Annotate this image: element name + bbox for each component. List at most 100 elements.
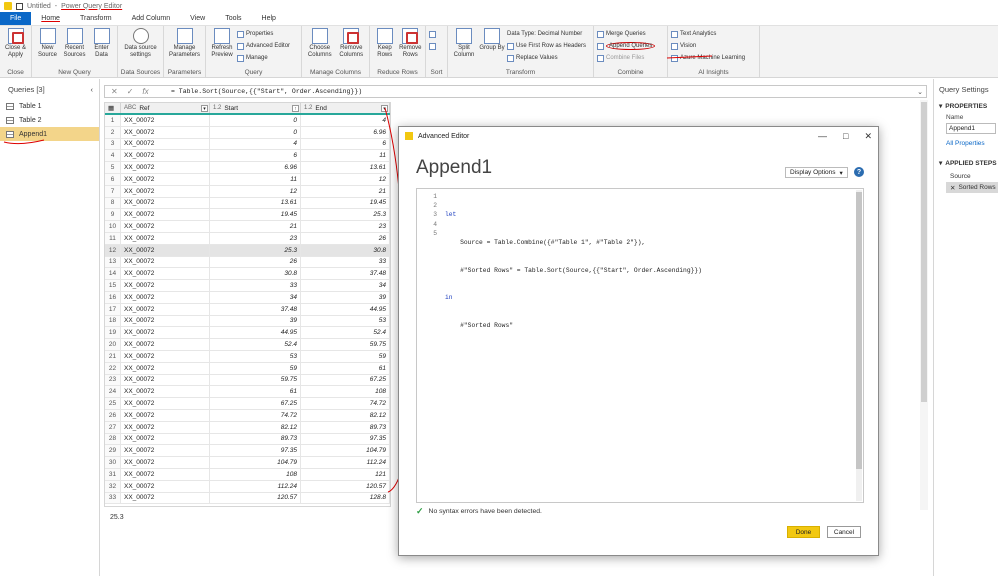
cell-start[interactable]: 37.48: [210, 303, 301, 315]
cell-end[interactable]: 82.12: [301, 409, 390, 421]
table-row[interactable]: 29 XX_00072 97.35 104.79: [105, 445, 390, 458]
table-row[interactable]: 4 XX_00072 6 11: [105, 150, 390, 163]
cell-start[interactable]: 6.96: [210, 162, 301, 173]
cell-start[interactable]: 4: [210, 138, 301, 150]
cell-end[interactable]: 59.75: [301, 339, 390, 350]
table-row[interactable]: 12 XX_00072 25.3 30.8: [105, 244, 390, 257]
cell-end[interactable]: 25.3: [301, 209, 390, 221]
cell-end[interactable]: 23: [301, 221, 390, 232]
cell-ref[interactable]: XX_00072: [121, 374, 210, 386]
table-row[interactable]: 18 XX_00072 39 53: [105, 315, 390, 328]
cell-end[interactable]: 4: [301, 115, 390, 126]
cell-start[interactable]: 12: [210, 185, 301, 197]
sort-ascending-button[interactable]: [429, 29, 436, 39]
cell-end[interactable]: 89.73: [301, 421, 390, 433]
cell-end[interactable]: 59: [301, 350, 390, 362]
table-row[interactable]: 24 XX_00072 61 108: [105, 386, 390, 399]
cell-ref[interactable]: XX_00072: [121, 162, 210, 173]
done-button[interactable]: Done: [787, 526, 820, 538]
cell-ref[interactable]: XX_00072: [121, 445, 210, 457]
cell-start[interactable]: 89.73: [210, 433, 301, 445]
scrollbar-thumb[interactable]: [921, 102, 927, 402]
cell-ref[interactable]: XX_00072: [121, 398, 210, 409]
cell-end[interactable]: 39: [301, 291, 390, 303]
column-header-ref[interactable]: ABC Ref ▾: [121, 103, 210, 113]
cell-ref[interactable]: XX_00072: [121, 468, 210, 480]
cell-ref[interactable]: XX_00072: [121, 280, 210, 291]
table-row[interactable]: 1 XX_00072 0 4: [105, 115, 390, 127]
table-row[interactable]: 9 XX_00072 19.45 25.3: [105, 209, 390, 222]
table-row[interactable]: 32 XX_00072 112.24 120.57: [105, 480, 390, 493]
table-row[interactable]: 22 XX_00072 59 61: [105, 362, 390, 375]
cell-start[interactable]: 0: [210, 115, 301, 126]
code-text[interactable]: let Source = Table.Combine({#"Table 1", …: [445, 192, 702, 348]
cell-start[interactable]: 59: [210, 362, 301, 374]
properties-section[interactable]: ▾ PROPERTIES: [934, 102, 998, 111]
tab-help[interactable]: Help: [252, 12, 286, 25]
tab-tools[interactable]: Tools: [215, 12, 251, 25]
cell-ref[interactable]: XX_00072: [121, 327, 210, 339]
text-analytics-button[interactable]: Text Analytics: [671, 29, 745, 39]
minimize-icon[interactable]: —: [818, 131, 827, 142]
cell-ref[interactable]: XX_00072: [121, 409, 210, 421]
cell-end[interactable]: 34: [301, 280, 390, 291]
filter-dropdown-icon[interactable]: ▾: [201, 105, 208, 112]
cell-start[interactable]: 11: [210, 173, 301, 185]
query-item-table-2[interactable]: Table 2: [0, 113, 99, 127]
display-options-dropdown[interactable]: Display Options ▾: [785, 167, 848, 178]
table-row[interactable]: 5 XX_00072 6.96 13.61: [105, 162, 390, 174]
cell-end[interactable]: 11: [301, 150, 390, 162]
cell-start[interactable]: 13.61: [210, 197, 301, 209]
vision-button[interactable]: Vision: [671, 41, 745, 51]
cell-start[interactable]: 59.75: [210, 374, 301, 386]
cell-ref[interactable]: XX_00072: [121, 421, 210, 433]
table-row[interactable]: 3 XX_00072 4 6: [105, 138, 390, 151]
data-type-dropdown[interactable]: Data Type: Decimal Number: [507, 29, 586, 39]
tab-transform[interactable]: Transform: [70, 12, 122, 25]
cell-end[interactable]: 112.24: [301, 457, 390, 468]
table-row[interactable]: 17 XX_00072 37.48 44.95: [105, 303, 390, 316]
cell-ref[interactable]: XX_00072: [121, 115, 210, 126]
cell-ref[interactable]: XX_00072: [121, 221, 210, 232]
append-queries-button[interactable]: Append Queries: [597, 41, 656, 51]
cell-start[interactable]: 74.72: [210, 409, 301, 421]
use-first-row-button[interactable]: Use First Row as Headers: [507, 41, 586, 51]
tab-add-column[interactable]: Add Column: [122, 12, 181, 25]
query-item-table-1[interactable]: Table 1: [0, 99, 99, 113]
column-header-end[interactable]: 1.2 End ▾: [301, 103, 390, 113]
cell-start[interactable]: 104.79: [210, 457, 301, 468]
cell-ref[interactable]: XX_00072: [121, 244, 210, 256]
cell-start[interactable]: 21: [210, 221, 301, 232]
cell-ref[interactable]: XX_00072: [121, 480, 210, 492]
cell-start[interactable]: 112.24: [210, 480, 301, 492]
sort-descending-button[interactable]: [429, 41, 436, 51]
cell-ref[interactable]: XX_00072: [121, 256, 210, 268]
table-row[interactable]: 33 XX_00072 120.57 128.8: [105, 492, 390, 505]
cell-start[interactable]: 52.4: [210, 339, 301, 350]
table-row[interactable]: 25 XX_00072 67.25 74.72: [105, 398, 390, 410]
cell-end[interactable]: 30.8: [301, 244, 390, 256]
cell-end[interactable]: 19.45: [301, 197, 390, 209]
cell-ref[interactable]: XX_00072: [121, 138, 210, 150]
combine-files-button[interactable]: Combine Files: [597, 53, 655, 63]
tab-file[interactable]: File: [0, 12, 32, 25]
properties-button[interactable]: Properties: [237, 29, 290, 39]
cell-start[interactable]: 0: [210, 126, 301, 138]
cell-start[interactable]: 6: [210, 150, 301, 162]
cell-start[interactable]: 19.45: [210, 209, 301, 221]
cell-start[interactable]: 108: [210, 468, 301, 480]
cell-start[interactable]: 97.35: [210, 445, 301, 457]
cell-start[interactable]: 25.3: [210, 244, 301, 256]
manage-button[interactable]: Manage: [237, 53, 290, 63]
table-row[interactable]: 16 XX_00072 34 39: [105, 291, 390, 304]
cell-start[interactable]: 82.12: [210, 421, 301, 433]
query-item-append1[interactable]: Append1: [0, 127, 99, 141]
help-icon[interactable]: ?: [854, 167, 864, 177]
cell-end[interactable]: 6: [301, 138, 390, 150]
cell-start[interactable]: 67.25: [210, 398, 301, 409]
table-row[interactable]: 10 XX_00072 21 23: [105, 221, 390, 233]
cell-ref[interactable]: XX_00072: [121, 185, 210, 197]
cancel-button[interactable]: Cancel: [827, 526, 861, 538]
cell-end[interactable]: 13.61: [301, 162, 390, 173]
cell-end[interactable]: 37.48: [301, 268, 390, 280]
